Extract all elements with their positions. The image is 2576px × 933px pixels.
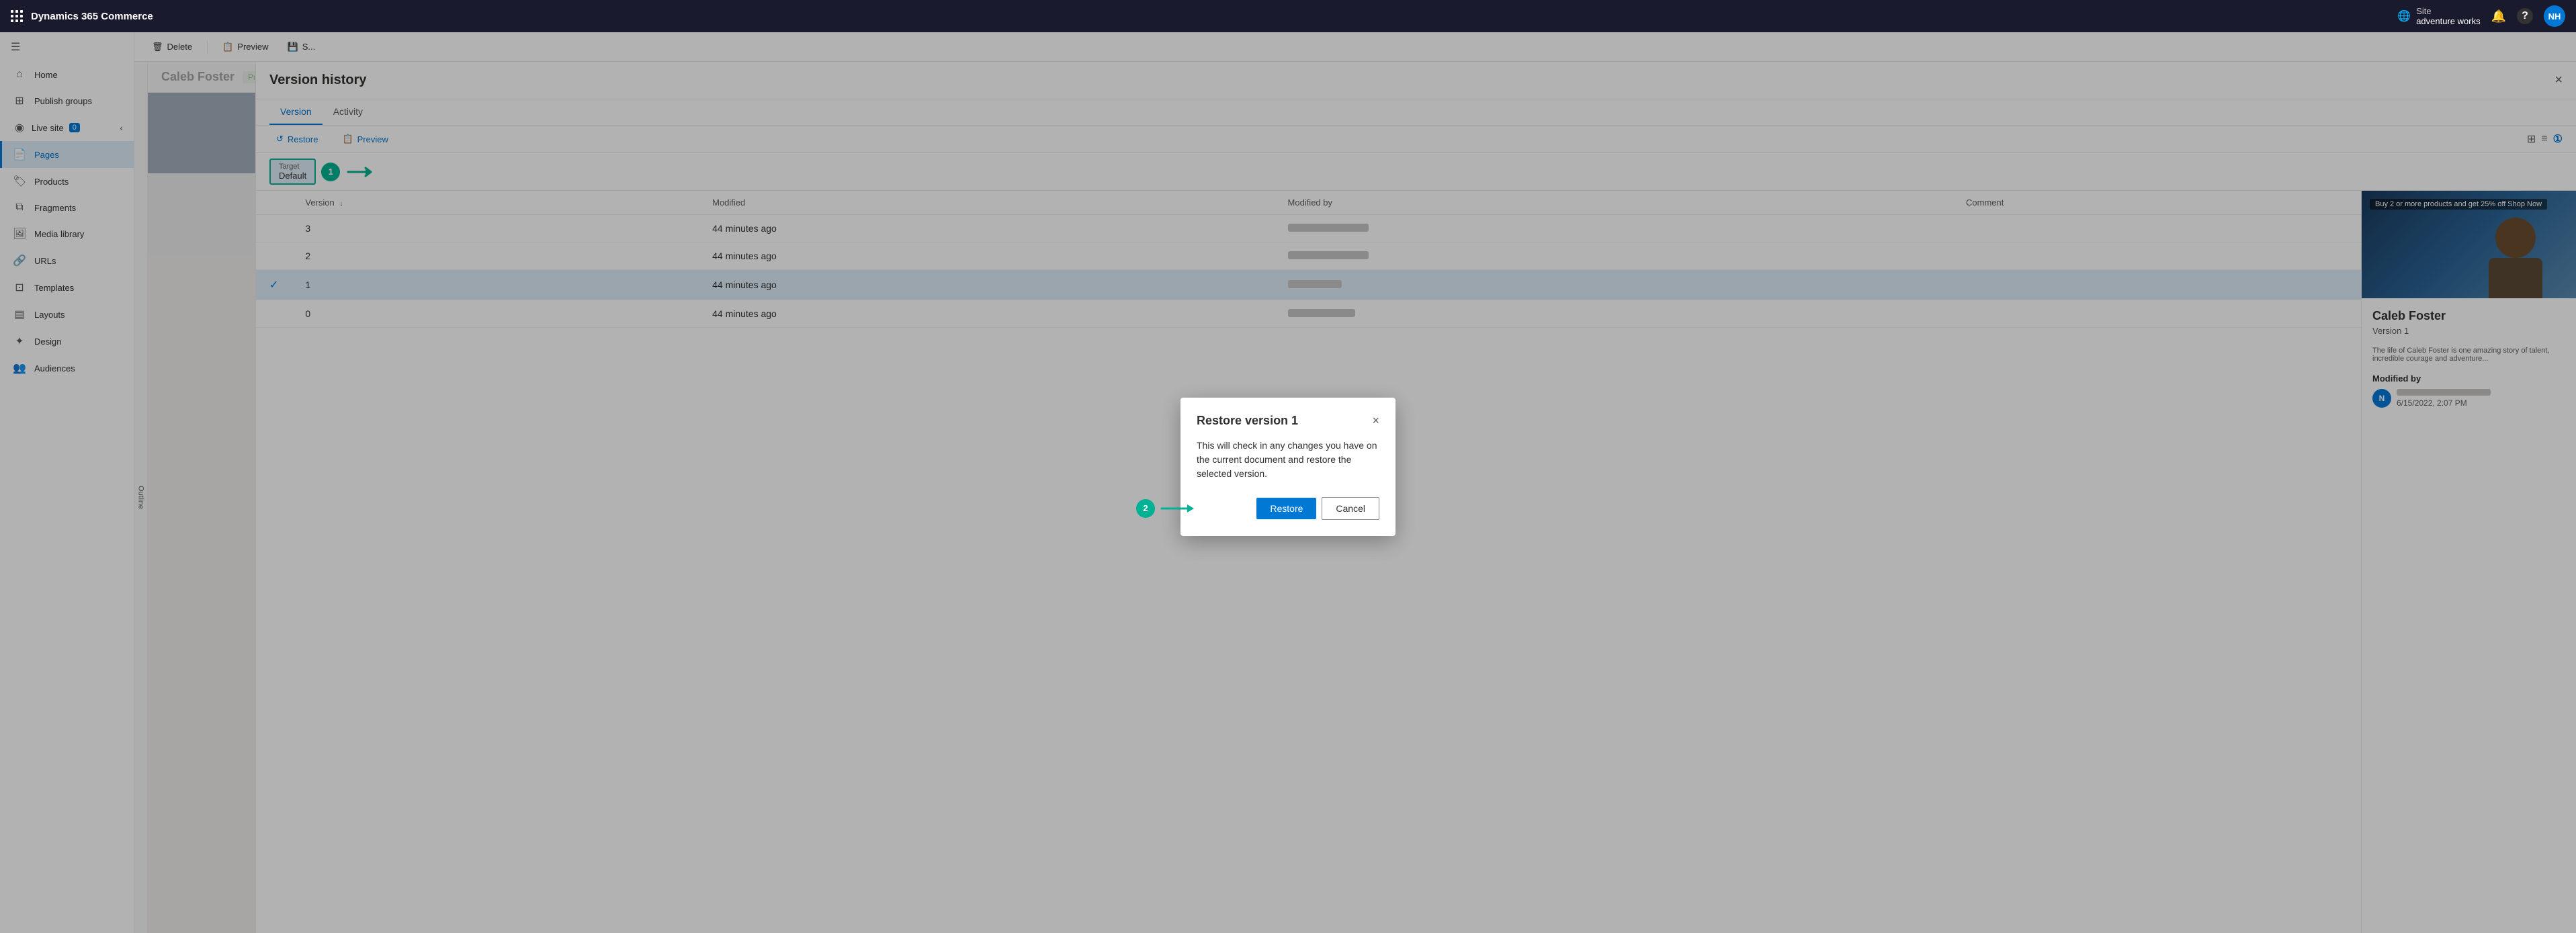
modal-body: This will check in any changes you have … (1197, 439, 1379, 481)
modal-header: Restore version 1 × (1197, 414, 1379, 428)
globe-icon[interactable]: 🌐 (2397, 9, 2411, 23)
top-bar-left: Dynamics 365 Commerce (11, 10, 153, 22)
app-title: Dynamics 365 Commerce (31, 11, 153, 22)
restore-modal: Restore version 1 × This will check in a… (1180, 398, 1396, 536)
modal-title: Restore version 1 (1197, 414, 1298, 428)
app-launcher-icon[interactable] (11, 10, 23, 22)
site-info: 🌐 Site adventure works (2397, 6, 2480, 26)
user-avatar[interactable]: NH (2544, 5, 2565, 27)
annotation-badge-2: 2 (1136, 499, 1155, 518)
restore-confirm-button[interactable]: Restore (1256, 498, 1316, 519)
bell-icon[interactable]: 🔔 (2491, 9, 2506, 24)
help-icon[interactable]: ? (2517, 8, 2533, 24)
cancel-button[interactable]: Cancel (1322, 497, 1379, 520)
site-name-container: Site adventure works (2416, 6, 2480, 26)
modal-footer: 2 Restore Cancel (1197, 497, 1379, 520)
top-bar-right: 🌐 Site adventure works 🔔 ? NH (2397, 5, 2565, 27)
site-name: adventure works (2416, 16, 2480, 26)
annotation-arrow-2-svg (1159, 500, 1199, 517)
top-bar: Dynamics 365 Commerce 🌐 Site adventure w… (0, 0, 2576, 32)
site-label: Site (2416, 6, 2480, 16)
annotation-2: 2 (1136, 499, 1199, 518)
modal-close-button[interactable]: × (1372, 414, 1379, 428)
